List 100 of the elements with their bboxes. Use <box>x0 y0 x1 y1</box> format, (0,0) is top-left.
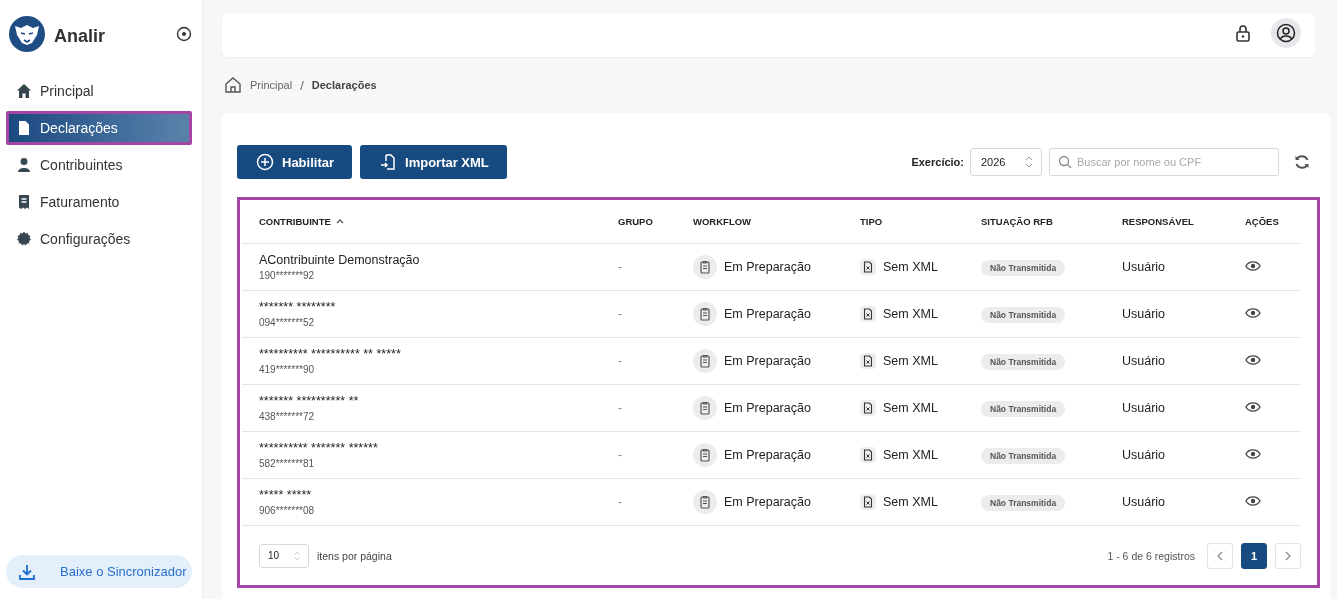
action-button[interactable]: Importar XML <box>360 145 507 179</box>
responsible-user: Usuário <box>1122 495 1166 509</box>
responsible-user: Usuário <box>1122 401 1166 415</box>
file-import-icon <box>379 153 397 171</box>
column-header: WORKFLOW <box>693 216 752 227</box>
contributor-cpf: 190*******92 <box>259 270 316 281</box>
chevron-right-icon <box>1285 550 1291 561</box>
column-header: GRUPO <box>618 216 653 227</box>
contributor-name: ******* ********** ** <box>259 394 360 408</box>
column-header: TIPO <box>860 216 883 227</box>
record-count: 1 - 6 de 6 registros <box>1107 549 1195 562</box>
workflow-status: Em Preparação <box>724 401 811 415</box>
workflow-status: Em Preparação <box>724 354 811 368</box>
file-x-icon <box>860 447 876 463</box>
page-button[interactable]: 1 <box>1241 542 1267 569</box>
eye-icon[interactable] <box>1245 400 1261 413</box>
file-type: Sem XML <box>883 354 938 368</box>
contributor-cpf: 094*******52 <box>259 317 316 328</box>
eye-icon[interactable] <box>1245 353 1261 366</box>
sort-caret-icon[interactable] <box>334 217 345 225</box>
workflow-status: Em Preparação <box>724 495 811 509</box>
file-type: Sem XML <box>883 307 938 321</box>
breadcrumb-separator: / <box>300 77 304 93</box>
file-x-icon <box>860 400 876 416</box>
spinner-icon <box>294 550 300 561</box>
search-field[interactable]: Buscar por nome ou CPF <box>1049 148 1279 176</box>
table-cell: - <box>618 495 623 509</box>
search-icon <box>1058 155 1072 169</box>
home-icon <box>16 83 32 99</box>
clipboard-icon <box>693 302 717 326</box>
download-button[interactable]: Baixe o Sincronizador <box>6 555 192 588</box>
eye-icon[interactable] <box>1245 494 1261 507</box>
target-icon[interactable] <box>176 26 192 42</box>
status-badge: Não Transmitida <box>981 307 1066 323</box>
sidebar-item[interactable]: Configurações <box>6 222 192 256</box>
table-cell: - <box>618 448 623 462</box>
avatar-icon[interactable] <box>1271 18 1301 48</box>
clipboard-icon <box>693 490 717 514</box>
clipboard-icon <box>693 255 717 279</box>
status-badge: Não Transmitida <box>981 495 1066 511</box>
file-type: Sem XML <box>883 401 938 415</box>
receipt-icon <box>16 194 32 210</box>
contributor-name: ***** ***** <box>259 488 313 502</box>
status-badge: Não Transmitida <box>981 354 1066 370</box>
responsible-user: Usuário <box>1122 260 1166 274</box>
clipboard-icon <box>693 396 717 420</box>
status-badge: Não Transmitida <box>981 448 1066 464</box>
table-cell: - <box>618 307 623 321</box>
breadcrumb-link[interactable]: Principal <box>250 79 293 91</box>
file-type: Sem XML <box>883 448 938 462</box>
status-badge: Não Transmitida <box>981 401 1066 417</box>
contributor-cpf: 582*******81 <box>259 458 316 469</box>
eye-icon[interactable] <box>1245 259 1261 272</box>
clipboard-icon <box>693 349 717 373</box>
eye-icon[interactable] <box>1245 306 1261 319</box>
clipboard-icon <box>693 443 717 467</box>
contributor-cpf: 438*******72 <box>259 411 316 422</box>
page-size-select[interactable]: 10 <box>259 543 309 568</box>
app-name: Analir <box>54 25 106 47</box>
file-x-icon <box>860 306 876 322</box>
contributor-name: AContribuinte Demonstração <box>259 253 421 267</box>
year-select[interactable]: 2026 <box>970 148 1042 176</box>
responsible-user: Usuário <box>1122 448 1166 462</box>
sidebar-item[interactable]: Principal <box>6 74 192 108</box>
action-button[interactable]: Habilitar <box>237 145 352 179</box>
spinner-icon <box>1025 156 1033 168</box>
file-type: Sem XML <box>883 495 938 509</box>
column-header: SITUAÇÃO RFB <box>981 216 1053 227</box>
file-x-icon <box>860 353 876 369</box>
column-header: RESPONSÁVEL <box>1122 216 1194 227</box>
exercicio-label: Exercício: <box>911 156 964 168</box>
status-badge: Não Transmitida <box>981 260 1066 276</box>
table-cell: - <box>618 260 623 274</box>
page-size-label: itens por página <box>317 549 392 562</box>
workflow-status: Em Preparação <box>724 448 811 462</box>
eye-icon[interactable] <box>1245 447 1261 460</box>
contributor-name: ********** ********** ** ***** <box>259 347 402 361</box>
chevron-left-icon <box>1217 550 1223 561</box>
refresh-icon[interactable] <box>1294 154 1310 170</box>
lock-icon[interactable] <box>1235 24 1251 42</box>
file-x-icon <box>860 494 876 510</box>
responsible-user: Usuário <box>1122 354 1166 368</box>
column-header[interactable]: CONTRIBUINTE <box>259 216 331 227</box>
table-cell: - <box>618 354 623 368</box>
sidebar-item[interactable]: Declarações <box>6 111 192 145</box>
plus-circle-icon <box>256 153 274 171</box>
lion-logo-icon <box>8 15 46 53</box>
workflow-status: Em Preparação <box>724 260 811 274</box>
download-icon <box>18 562 36 581</box>
sidebar-item[interactable]: Contribuintes <box>6 148 192 182</box>
contributor-cpf: 419*******90 <box>259 364 316 375</box>
column-header: AÇÕES <box>1245 216 1279 227</box>
user-icon <box>16 157 32 173</box>
contributor-name: ******* ******** <box>259 300 337 314</box>
responsible-user: Usuário <box>1122 307 1166 321</box>
contributor-name: ********** ******* ****** <box>259 441 379 455</box>
contributor-cpf: 906*******08 <box>259 505 316 516</box>
table-cell: - <box>618 401 623 415</box>
sidebar-item[interactable]: Faturamento <box>6 185 192 219</box>
home-icon[interactable] <box>224 76 242 94</box>
